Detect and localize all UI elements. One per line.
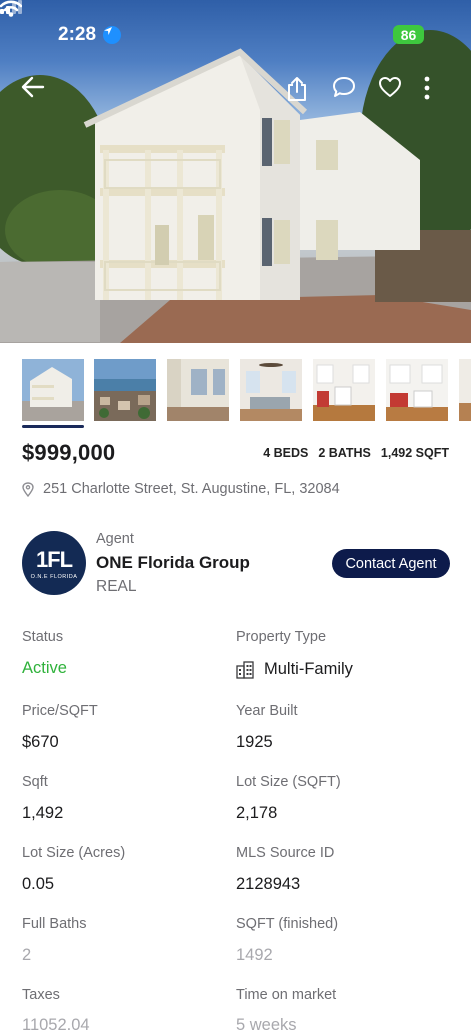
detail-label-lot-size-sqft: Lot Size (SQFT) xyxy=(236,774,341,790)
comment-icon xyxy=(333,77,355,97)
sqft-count: 1,492 SQFT xyxy=(380,446,449,460)
detail-label-sqft-finished: SQFT (finished) xyxy=(236,916,339,932)
baths-count: 2 BATHS xyxy=(318,446,371,460)
thumbnail-more[interactable] xyxy=(459,359,471,421)
detail-value-property-type: Multi-Family xyxy=(236,660,353,679)
detail-value-mls-source-id: 2128943 xyxy=(236,875,301,893)
detail-value-lot-size-acres: 0.05 xyxy=(22,875,55,893)
detail-value-year-built: 1925 xyxy=(236,733,273,751)
detail-value-full-baths: 2 xyxy=(22,946,32,964)
detail-label-price-per-sqft: Price/SQFT xyxy=(22,703,98,719)
comment-button[interactable] xyxy=(332,76,362,106)
battery-indicator: 86 xyxy=(393,25,424,44)
detail-label-mls-source-id: MLS Source ID xyxy=(236,845,335,861)
share-icon xyxy=(288,77,306,101)
detail-label-full-baths: Full Baths xyxy=(22,916,87,932)
property-type-text: Multi-Family xyxy=(264,660,353,678)
detail-value-lot-size-sqft: 2,178 xyxy=(236,804,278,822)
thumbnail-kitchen[interactable] xyxy=(313,359,375,421)
detail-label-property-type: Property Type xyxy=(236,629,327,645)
agent-name: ONE Florida Group xyxy=(96,553,250,572)
thumbnail-aerial-view[interactable] xyxy=(94,359,156,421)
contact-agent-button[interactable]: Contact Agent xyxy=(332,549,450,578)
location-services-icon xyxy=(103,26,121,44)
back-arrow-icon xyxy=(21,76,45,98)
detail-label-status: Status xyxy=(22,629,64,645)
back-button[interactable] xyxy=(21,76,51,106)
selected-thumbnail-indicator xyxy=(22,425,84,428)
listing-price: $999,000 xyxy=(22,440,116,465)
wifi-icon xyxy=(0,0,22,17)
beds-count: 4 BEDS xyxy=(263,446,309,460)
listing-specs: 4 BEDS 2 BATHS 1,492 SQFT xyxy=(263,446,449,460)
detail-label-sqft: Sqft xyxy=(22,774,48,790)
thumbnail-exterior-front[interactable] xyxy=(22,359,84,421)
agent-logo-mark: 1FL xyxy=(35,546,73,572)
detail-value-sqft: 1,492 xyxy=(22,804,64,822)
agent-logo-subtext: O.N.E FLORIDA xyxy=(30,573,78,580)
detail-value-status: Active xyxy=(22,659,67,677)
listing-address[interactable]: 251 Charlotte Street, St. Augustine, FL,… xyxy=(22,481,340,497)
photo-thumbnail-strip[interactable] xyxy=(22,359,471,429)
thumbnail-porch[interactable] xyxy=(167,359,229,421)
agent-logo[interactable]: 1FL O.N.E FLORIDA xyxy=(22,531,86,595)
detail-label-time-on-market: Time on market xyxy=(236,987,337,1003)
detail-label-year-built: Year Built xyxy=(236,703,298,719)
share-button[interactable] xyxy=(286,76,316,106)
agent-type: REAL xyxy=(96,578,137,595)
agent-caption: Agent xyxy=(96,531,134,547)
heart-icon xyxy=(379,77,401,97)
status-bar: 2:28 86 xyxy=(0,0,471,70)
status-time: 2:28 xyxy=(58,24,97,45)
detail-label-taxes: Taxes xyxy=(22,987,60,1003)
hero-photo[interactable]: 2:28 86 xyxy=(0,0,471,343)
address-text: 251 Charlotte Street, St. Augustine, FL,… xyxy=(43,481,340,497)
detail-value-time-on-market: 5 weeks xyxy=(236,1016,297,1034)
thumbnail-kitchen-2[interactable] xyxy=(386,359,448,421)
location-pin-icon xyxy=(22,481,34,497)
detail-value-price-per-sqft: $670 xyxy=(22,733,59,751)
favorite-button[interactable] xyxy=(378,76,408,106)
more-options-button[interactable] xyxy=(423,76,453,106)
detail-value-sqft-finished: 1492 xyxy=(236,946,273,964)
detail-label-lot-size-acres: Lot Size (Acres) xyxy=(22,845,126,861)
detail-value-taxes: 11052.04 xyxy=(22,1016,90,1034)
more-icon xyxy=(424,76,430,100)
building-icon xyxy=(236,660,254,679)
thumbnail-living-room[interactable] xyxy=(240,359,302,421)
